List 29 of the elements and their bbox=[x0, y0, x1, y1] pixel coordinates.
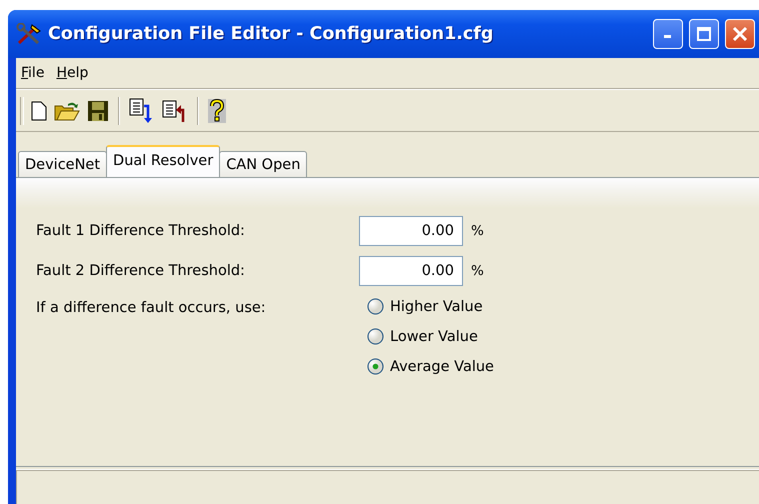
tab[interactable]: Dual Resolver bbox=[106, 145, 220, 177]
hammer-wrench-icon bbox=[16, 23, 42, 45]
new-document-icon[interactable] bbox=[31, 100, 47, 120]
menu-item[interactable]: Help bbox=[53, 65, 98, 81]
window-title: Configuration File Editor - Configuration1.cfg bbox=[48, 24, 494, 44]
radio-label: Higher Value bbox=[390, 298, 483, 314]
radio-label: Average Value bbox=[390, 358, 494, 374]
close-icon bbox=[732, 26, 748, 42]
maximize-button[interactable] bbox=[689, 19, 719, 49]
maximize-icon bbox=[696, 26, 712, 42]
menu-item[interactable]: File bbox=[18, 65, 54, 81]
unit-label: % bbox=[471, 263, 484, 279]
radio-button[interactable] bbox=[367, 298, 384, 315]
radio-button[interactable] bbox=[367, 358, 384, 375]
radio-button[interactable] bbox=[367, 328, 384, 345]
tab[interactable]: CAN Open bbox=[219, 151, 308, 177]
threshold-field[interactable]: 0.00 bbox=[359, 216, 463, 246]
radio-group-label: If a difference fault occurs, use: bbox=[36, 299, 267, 316]
folder-icon[interactable] bbox=[54, 100, 80, 120]
minimize-button[interactable] bbox=[653, 19, 683, 49]
document-down-arrow-icon[interactable] bbox=[129, 98, 155, 124]
help-icon[interactable] bbox=[208, 98, 226, 122]
unit-label: % bbox=[471, 223, 484, 239]
field-label: Fault 1 Difference Threshold: bbox=[36, 223, 246, 239]
field-label: Fault 2 Difference Threshold: bbox=[36, 263, 246, 279]
tab[interactable]: DeviceNet bbox=[18, 151, 108, 177]
radio-label: Lower Value bbox=[390, 328, 478, 344]
close-button[interactable] bbox=[725, 19, 755, 49]
threshold-field[interactable]: 0.00 bbox=[359, 256, 463, 286]
